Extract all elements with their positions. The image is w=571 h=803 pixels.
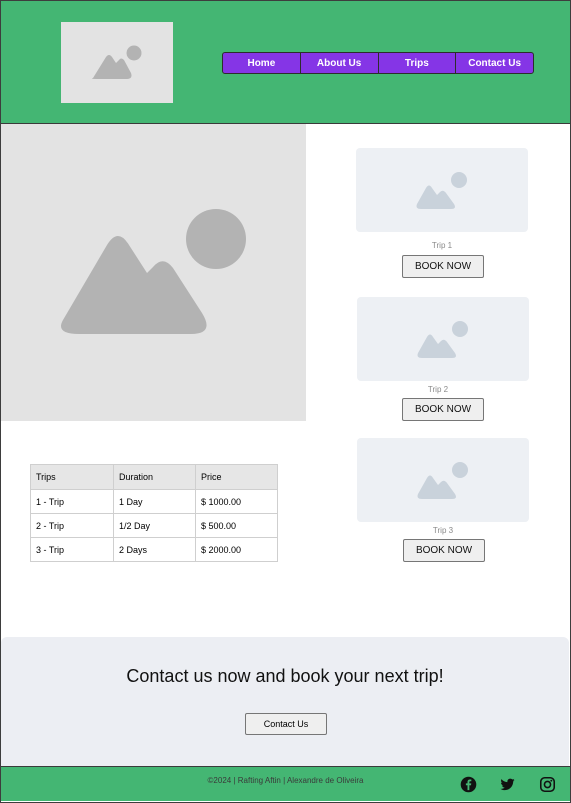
trip-label-3: Trip 3 (432, 526, 454, 535)
footer-copyright: ©2024 | Rafting Aftin | Alexandre de Oli… (207, 776, 364, 785)
book-now-button-2[interactable]: BOOK NOW (402, 398, 484, 421)
trip-image (356, 148, 528, 232)
image-placeholder-icon (416, 172, 467, 209)
table-cell: $ 1000.00 (195, 489, 278, 514)
twitter-icon[interactable] (499, 776, 516, 793)
table-row: 1 - Trip 1 Day $ 1000.00 (30, 489, 278, 514)
contact-us-button[interactable]: Contact Us (245, 713, 327, 735)
nav-about-us[interactable]: About Us (301, 53, 379, 73)
nav-home[interactable]: Home (223, 53, 301, 73)
table-header: Trips (30, 464, 114, 490)
table-cell: $ 2000.00 (195, 537, 278, 562)
site-footer: ©2024 | Rafting Aftin | Alexandre de Oli… (1, 766, 570, 801)
facebook-icon[interactable] (460, 776, 477, 793)
table-header: Price (195, 464, 278, 490)
site-header: Home About Us Trips Contact Us (1, 1, 570, 124)
trip-image (357, 438, 529, 522)
book-now-button-3[interactable]: BOOK NOW (403, 539, 485, 562)
image-placeholder-icon (92, 45, 142, 79)
trip-card-1 (356, 148, 528, 232)
table-header-row: Trips Duration Price (30, 464, 278, 490)
trip-card-3 (357, 438, 529, 522)
logo-image (61, 22, 173, 103)
nav-trips[interactable]: Trips (379, 53, 457, 73)
trip-label-2: Trip 2 (427, 385, 449, 394)
table-header: Duration (113, 464, 196, 490)
trip-card-2 (357, 297, 529, 381)
cta-section: Contact us now and book your next trip! … (1, 637, 569, 766)
hero-image (1, 124, 306, 421)
trips-table: Trips Duration Price 1 - Trip 1 Day $ 10… (30, 464, 278, 562)
nav-contact-us[interactable]: Contact Us (456, 53, 533, 73)
table-row: 2 - Trip 1/2 Day $ 500.00 (30, 513, 278, 538)
table-cell: $ 500.00 (195, 513, 278, 538)
table-cell: 3 - Trip (30, 537, 114, 562)
trip-label-1: Trip 1 (431, 241, 453, 250)
table-cell: 2 - Trip (30, 513, 114, 538)
image-placeholder-icon (417, 462, 468, 499)
cta-heading: Contact us now and book your next trip! (126, 666, 444, 686)
trip-image (357, 297, 529, 381)
image-placeholder-icon (417, 321, 468, 358)
table-cell: 1 Day (113, 489, 196, 514)
table-cell: 2 Days (113, 537, 196, 562)
table-row: 3 - Trip 2 Days $ 2000.00 (30, 537, 278, 562)
table-cell: 1/2 Day (113, 513, 196, 538)
instagram-icon[interactable] (539, 776, 556, 793)
table-cell: 1 - Trip (30, 489, 114, 514)
main-nav: Home About Us Trips Contact Us (222, 52, 534, 74)
image-placeholder-icon (61, 209, 246, 334)
book-now-button-1[interactable]: BOOK NOW (402, 255, 484, 278)
